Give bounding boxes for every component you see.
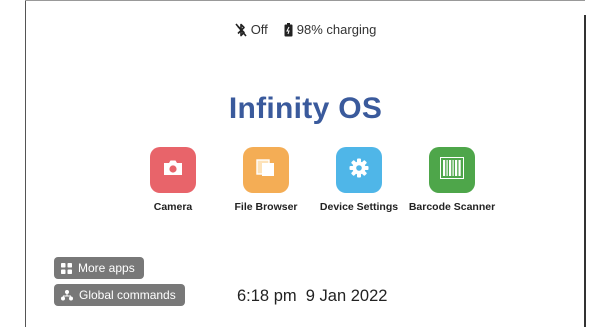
app-barcode-scanner-label: Barcode Scanner <box>408 201 496 213</box>
bluetooth-label: Off <box>250 22 268 37</box>
app-barcode-scanner[interactable]: Barcode Scanner <box>397 147 507 213</box>
grid-icon <box>61 262 72 274</box>
more-apps-button[interactable]: More apps <box>54 257 144 279</box>
hierarchy-icon <box>61 289 73 301</box>
app-device-settings-tile[interactable] <box>336 147 382 193</box>
app-file-browser-tile[interactable] <box>243 147 289 193</box>
clock-time: 6:18 pm <box>237 287 297 305</box>
barcode-icon <box>440 156 464 184</box>
clock-date: 9 Jan 2022 <box>305 287 388 305</box>
date-time-display: 6:18 pm 9 Jan 2022 <box>237 287 387 306</box>
bluetooth-status: Off <box>235 22 268 37</box>
app-camera-tile[interactable] <box>150 147 196 193</box>
status-bar: Off 98% charging <box>0 22 611 40</box>
app-grid: Camera File Browser Device Settings Barc… <box>0 147 611 217</box>
global-commands-button[interactable]: Global commands <box>54 284 185 306</box>
more-apps-label: More apps <box>78 261 135 275</box>
bluetooth-off-icon <box>235 22 247 37</box>
camera-icon <box>162 159 184 182</box>
battery-label: 98% charging <box>296 22 377 37</box>
os-title: Infinity OS <box>228 92 383 125</box>
battery-icon <box>284 22 293 37</box>
gear-icon <box>348 157 370 184</box>
folder-icon <box>256 158 276 182</box>
screen-border-top <box>25 0 585 1</box>
app-barcode-scanner-tile[interactable] <box>429 147 475 193</box>
battery-status: 98% charging <box>284 22 377 37</box>
global-commands-label: Global commands <box>79 288 176 302</box>
